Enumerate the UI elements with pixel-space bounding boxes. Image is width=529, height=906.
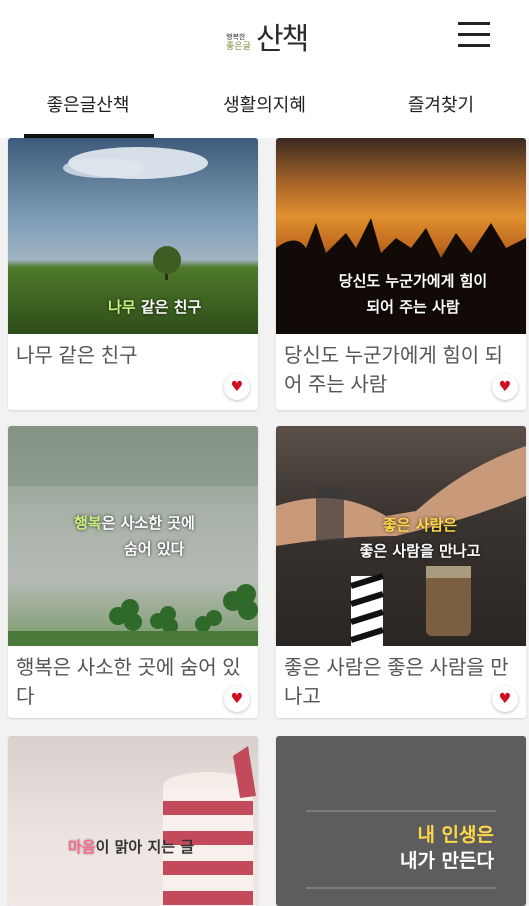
article-card[interactable]: 당신도 누군가에게 힘이 되어 주는 사람 당신도 누군가에게 힘이 되어 주는… bbox=[276, 138, 526, 410]
article-card[interactable]: 행복은 사소한 곳에 숨어 있다 행복은 사소한 곳에 숨어 있다 ♥ bbox=[8, 426, 258, 718]
logo-tagline: 행복한 bbox=[226, 33, 246, 41]
logo-title: 산책 bbox=[256, 22, 309, 57]
mug-illustration bbox=[163, 746, 256, 906]
app-header: 행복한 좋은글 산책 bbox=[0, 0, 529, 72]
heart-icon[interactable]: ♥ bbox=[224, 686, 250, 712]
heart-icon[interactable]: ♥ bbox=[224, 374, 250, 400]
tab-life-wisdom[interactable]: 생활의지혜 bbox=[176, 72, 353, 138]
article-card[interactable]: 나무 같은 친구 나무 같은 친구 ♥ bbox=[8, 138, 258, 410]
card-overlay-text: 나무 같은 친구 bbox=[108, 298, 202, 316]
article-thumbnail: 마음이 맑아 지는 글 bbox=[8, 736, 258, 906]
article-thumbnail: 행복은 사소한 곳에 숨어 있다 bbox=[8, 426, 258, 646]
card-overlay-text: 좋은 사람은 좋은 사람을 만나고 bbox=[359, 516, 481, 560]
app-logo[interactable]: 행복한 좋은글 산책 bbox=[226, 14, 310, 58]
logo-subtitle: 좋은글 bbox=[226, 42, 251, 52]
hamburger-menu-icon[interactable] bbox=[458, 22, 490, 48]
article-card[interactable]: 내 인생은 내가 만든다 bbox=[276, 736, 526, 906]
card-title: 나무 같은 친구 bbox=[16, 345, 138, 367]
card-title: 행복은 사소한 곳에 숨어 있다 bbox=[16, 657, 241, 708]
card-title: 당신도 누군가에게 힘이 되어 주는 사람 bbox=[284, 345, 504, 396]
card-title: 좋은 사람은 좋은 사람을 만나고 bbox=[284, 657, 509, 708]
tab-favorites[interactable]: 즐겨찾기 bbox=[353, 72, 529, 138]
card-overlay-text: 마음이 맑아 지는 글 bbox=[68, 838, 195, 856]
article-thumbnail: 나무 같은 친구 bbox=[8, 138, 258, 334]
article-thumbnail: 좋은 사람은 좋은 사람을 만나고 bbox=[276, 426, 526, 646]
article-card[interactable]: 마음이 맑아 지는 글 bbox=[8, 736, 258, 906]
heart-icon[interactable]: ♥ bbox=[492, 374, 518, 400]
tab-bar: 좋은글산책 생활의지혜 즐겨찾기 bbox=[0, 72, 529, 138]
heart-icon[interactable]: ♥ bbox=[492, 686, 518, 712]
quote-frame-illustration bbox=[306, 810, 496, 889]
article-thumbnail: 내 인생은 내가 만든다 bbox=[276, 736, 526, 906]
card-overlay-text: 당신도 누군가에게 힘이 되어 주는 사람 bbox=[338, 272, 488, 316]
card-overlay-text: 행복은 사소한 곳에 숨어 있다 bbox=[74, 514, 195, 558]
tab-good-writing[interactable]: 좋은글산책 bbox=[0, 72, 176, 138]
card-overlay-text: 내 인생은 내가 만든다 bbox=[399, 824, 494, 872]
article-grid: 나무 같은 친구 나무 같은 친구 ♥ 당신도 누군가에게 힘이 되어 주는 사… bbox=[0, 138, 529, 906]
logo-small-text: 행복한 좋은글 bbox=[226, 32, 251, 52]
article-card[interactable]: 좋은 사람은 좋은 사람을 만나고 좋은 사람은 좋은 사람을 만나고 ♥ bbox=[276, 426, 526, 718]
article-thumbnail: 당신도 누군가에게 힘이 되어 주는 사람 bbox=[276, 138, 526, 334]
